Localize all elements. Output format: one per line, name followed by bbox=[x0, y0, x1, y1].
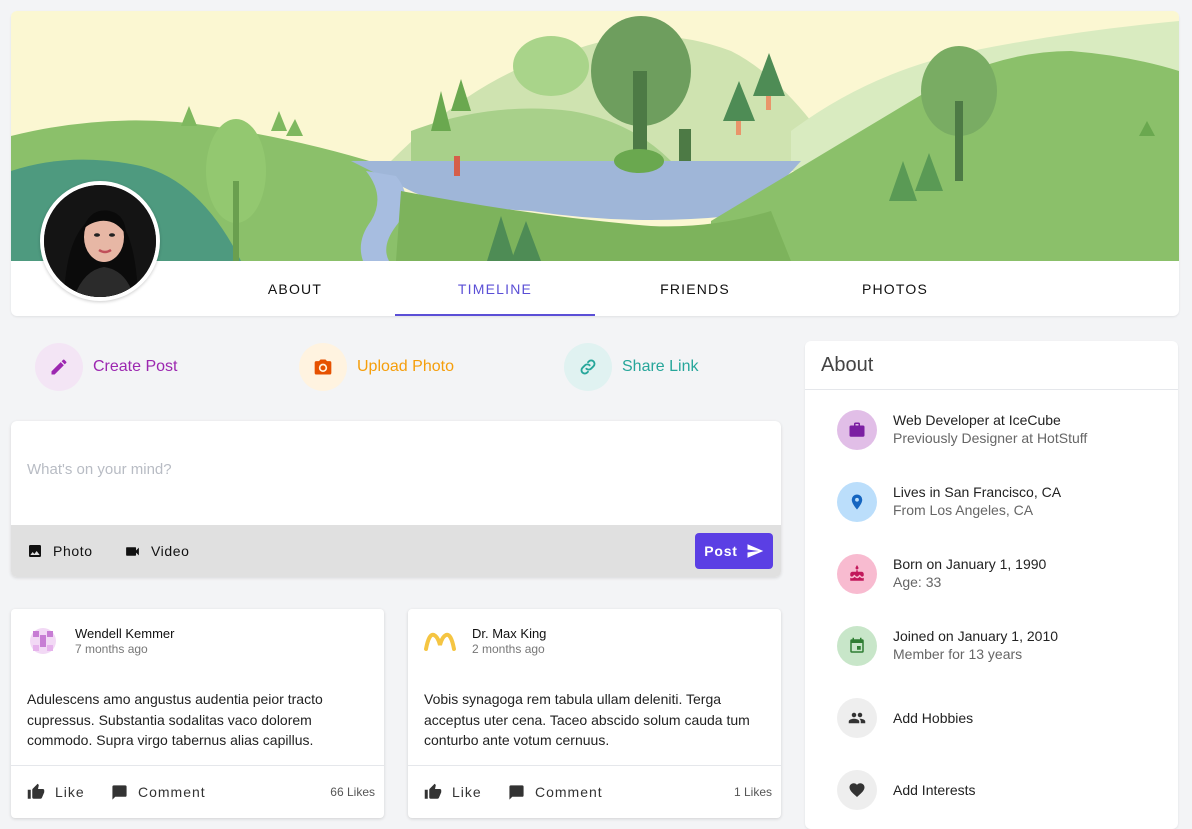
comment-icon bbox=[112, 784, 127, 800]
profile-header: ABOUT TIMELINE FRIENDS PHOTOS bbox=[11, 11, 1179, 316]
profile-avatar[interactable] bbox=[40, 181, 160, 301]
avatar-photo bbox=[44, 185, 156, 297]
post-footer: Like Comment 1 Likes bbox=[408, 765, 781, 818]
about-item-title: Joined on January 1, 2010 bbox=[893, 628, 1059, 644]
send-icon bbox=[747, 544, 764, 558]
about-item-title: Lives in San Francisco, CA bbox=[893, 484, 1062, 500]
about-item-subtitle: Age: 33 bbox=[893, 574, 942, 590]
comment-button[interactable]: Comment bbox=[111, 766, 206, 818]
about-item-subtitle: Member for 13 years bbox=[893, 646, 1023, 662]
author-name[interactable]: Wendell Kemmer bbox=[75, 626, 174, 641]
about-title: About bbox=[821, 354, 874, 376]
add-hobbies-button[interactable]: Add Hobbies bbox=[837, 698, 1167, 738]
post-button[interactable]: Post bbox=[695, 533, 773, 569]
author-avatar bbox=[424, 625, 456, 657]
add-interests-button[interactable]: Add Interests bbox=[837, 770, 1167, 810]
comment-label: Comment bbox=[535, 784, 603, 800]
divider bbox=[805, 389, 1178, 390]
photo-button[interactable]: Photo bbox=[27, 525, 93, 577]
action-shortcuts: Create Post Upload Photo Share Link bbox=[11, 342, 781, 392]
image-icon bbox=[29, 545, 41, 557]
author-avatar bbox=[27, 625, 59, 657]
composer-toolbar: Photo Video Post bbox=[11, 525, 781, 577]
comment-button[interactable]: Comment bbox=[508, 766, 603, 818]
about-panel: About Web Developer at IceCube Previousl… bbox=[805, 341, 1178, 829]
post-footer: Like Comment 66 Likes bbox=[11, 765, 384, 818]
heart-icon bbox=[837, 770, 877, 810]
post-card: Dr. Max King 2 months ago Vobis synagoga… bbox=[408, 609, 781, 818]
post-composer: What's on your mind? Photo Video Post bbox=[11, 421, 781, 577]
thumb-up-icon bbox=[424, 783, 442, 799]
cake-icon bbox=[837, 554, 877, 594]
about-item-subtitle: From Los Angeles, CA bbox=[893, 502, 1034, 518]
post-body: Vobis synagoga rem tabula ullam deleniti… bbox=[424, 691, 750, 748]
add-hobbies-label: Add Hobbies bbox=[893, 710, 974, 726]
share-link-button[interactable]: Share Link bbox=[564, 342, 699, 392]
likes-count: 1 Likes bbox=[733, 785, 772, 799]
like-label: Like bbox=[452, 784, 482, 800]
profile-tabs: ABOUT TIMELINE FRIENDS PHOTOS bbox=[195, 261, 995, 316]
camera-icon bbox=[299, 343, 347, 391]
like-button[interactable]: Like bbox=[27, 766, 85, 818]
like-button[interactable]: Like bbox=[424, 766, 482, 818]
create-post-button[interactable]: Create Post bbox=[35, 342, 177, 392]
tab-about[interactable]: ABOUT bbox=[195, 261, 395, 316]
post-card: Wendell Kemmer 7 months ago Adulescens a… bbox=[11, 609, 384, 818]
about-item-work: Web Developer at IceCube Previously Desi… bbox=[837, 410, 1167, 450]
calendar-icon bbox=[837, 626, 877, 666]
people-icon bbox=[837, 698, 877, 738]
comment-icon bbox=[509, 784, 524, 800]
about-item-title: Web Developer at IceCube bbox=[893, 412, 1061, 428]
comment-label: Comment bbox=[138, 784, 206, 800]
about-item-title: Born on January 1, 1990 bbox=[893, 556, 1047, 572]
link-icon bbox=[564, 343, 612, 391]
about-item-birthday: Born on January 1, 1990 Age: 33 bbox=[837, 554, 1167, 594]
video-label: Video bbox=[151, 543, 190, 559]
share-link-label: Share Link bbox=[622, 358, 699, 375]
tab-timeline[interactable]: TIMELINE bbox=[395, 261, 595, 316]
pencil-icon bbox=[35, 343, 83, 391]
composer-input[interactable]: What's on your mind? bbox=[27, 461, 172, 478]
likes-count: 66 Likes bbox=[330, 785, 375, 799]
post-body: Adulescens amo angustus audentia peior t… bbox=[27, 691, 323, 748]
photo-label: Photo bbox=[53, 543, 93, 559]
post-label: Post bbox=[704, 543, 738, 559]
create-post-label: Create Post bbox=[93, 358, 178, 375]
cover-image bbox=[11, 11, 1179, 261]
post-time: 2 months ago bbox=[472, 642, 545, 656]
upload-photo-button[interactable]: Upload Photo bbox=[299, 342, 454, 392]
about-item-joined: Joined on January 1, 2010 Member for 13 … bbox=[837, 626, 1167, 666]
post-time: 7 months ago bbox=[75, 642, 148, 656]
upload-photo-label: Upload Photo bbox=[357, 358, 454, 375]
add-interests-label: Add Interests bbox=[893, 782, 976, 798]
tab-photos[interactable]: PHOTOS bbox=[795, 261, 995, 316]
about-item-subtitle: Previously Designer at HotStuff bbox=[893, 430, 1088, 446]
video-button[interactable]: Video bbox=[124, 525, 190, 577]
videocam-icon bbox=[126, 546, 139, 556]
tab-friends[interactable]: FRIENDS bbox=[595, 261, 795, 316]
location-pin-icon bbox=[837, 482, 877, 522]
author-name[interactable]: Dr. Max King bbox=[472, 626, 546, 641]
thumb-up-icon bbox=[27, 783, 45, 799]
like-label: Like bbox=[55, 784, 85, 800]
about-item-location: Lives in San Francisco, CA From Los Ange… bbox=[837, 482, 1167, 522]
briefcase-icon bbox=[837, 410, 877, 450]
